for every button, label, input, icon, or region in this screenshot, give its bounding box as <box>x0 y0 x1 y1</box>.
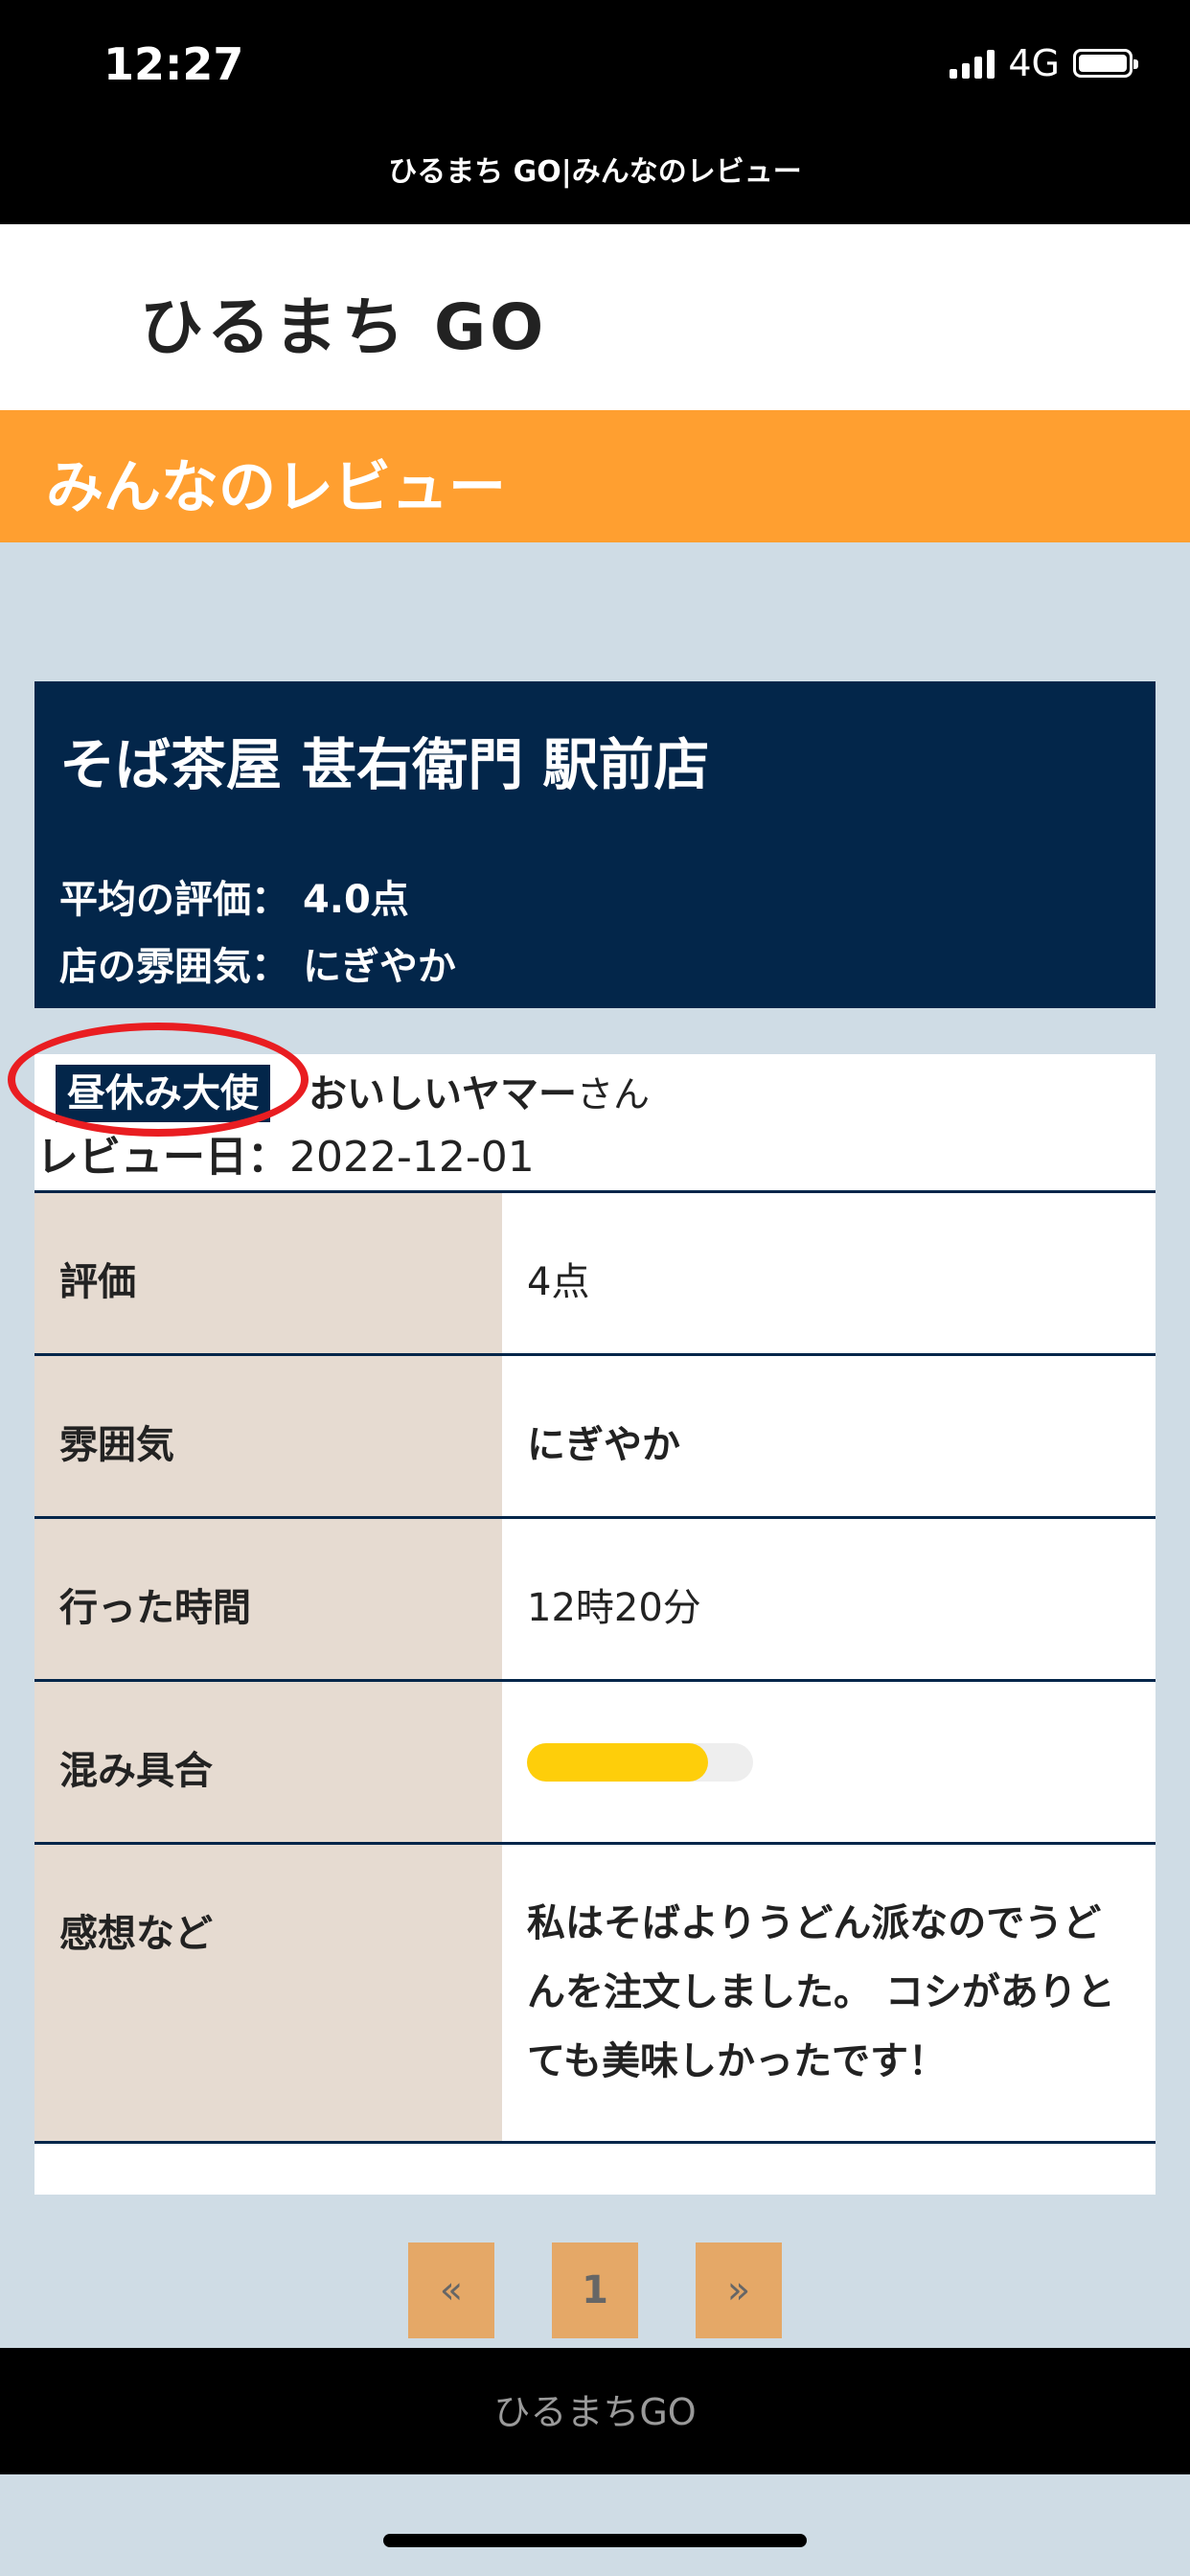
row-value-crowdedness <box>502 1679 1156 1844</box>
table-row: 混み具合 <box>34 1679 1156 1844</box>
site-logo[interactable]: ひるまち GO <box>140 276 547 368</box>
row-value-visit-time: 12時20分 <box>502 1516 1156 1681</box>
review-date-label: レビュー日： <box>36 1133 289 1182</box>
table-row: 感想など 私はそばよりうどん派なのでうどんを注文しました。 コシがありとても美味… <box>34 1842 1156 2144</box>
site-header: ひるまち GO <box>0 224 1190 410</box>
row-label-visit-time: 行った時間 <box>34 1516 502 1681</box>
shop-average-rating: 平均の評価： 4.0点 <box>59 868 409 924</box>
network-type: 4G <box>1008 42 1060 84</box>
row-label-crowdedness: 混み具合 <box>34 1679 502 1844</box>
home-indicator[interactable] <box>383 2534 807 2547</box>
row-label-comment: 感想など <box>34 1842 502 2144</box>
reviewer-suffix: さん <box>577 1073 651 1116</box>
shop-name: そば茶屋 甚右衛門 駅前店 <box>59 732 710 797</box>
status-time: 12:27 <box>103 38 244 90</box>
table-row: 行った時間 12時20分 <box>34 1516 1156 1681</box>
review-table: 評価 4点 雰囲気 にぎやか 行った時間 12時20分 混み具合 感想など 私は… <box>34 1190 1156 2144</box>
shop-atmosphere: 店の雰囲気： にぎやか <box>59 935 456 991</box>
table-row: 雰囲気 にぎやか <box>34 1353 1156 1518</box>
row-label-rating: 評価 <box>34 1190 502 1355</box>
shop-summary-card: そば茶屋 甚右衛門 駅前店 平均の評価： 4.0点 店の雰囲気： にぎやか <box>34 681 1156 1008</box>
highlight-circle <box>8 1023 309 1137</box>
shop-average-value: 4.0点 <box>302 878 409 922</box>
browser-page-title: ひるまち GO|みんなのレビュー <box>388 155 802 189</box>
shop-average-label: 平均の評価： <box>59 878 289 922</box>
shop-atmosphere-label: 店の雰囲気： <box>59 945 289 989</box>
review-comment: 私はそばよりうどん派なのでうどんを注文しました。 コシがありとても美味しかったで… <box>527 1901 1115 2083</box>
page-title: みんなのレビュー <box>46 454 506 521</box>
footer-text: ひるまちGO <box>493 2391 697 2433</box>
row-value-rating: 4点 <box>502 1190 1156 1355</box>
shop-atmosphere-value: にぎやか <box>302 945 456 989</box>
home-indicator-area <box>0 2474 1190 2576</box>
battery-icon <box>1073 49 1138 78</box>
crowdedness-bar-fill <box>527 1743 708 1782</box>
review-date-value: 2022-12-01 <box>289 1133 535 1182</box>
pagination-page-1[interactable]: 1 <box>552 2242 638 2338</box>
pagination-next-button[interactable]: » <box>696 2242 782 2338</box>
status-bar: 12:27 4G ひるまち GO|みんなのレビュー <box>0 0 1190 224</box>
reviewer-name: おいしいヤマーさん <box>309 1068 650 1121</box>
row-label-atmosphere: 雰囲気 <box>34 1353 502 1518</box>
review-card: 昼休み大使 おいしいヤマーさん レビュー日：2022-12-01 評価 4点 雰… <box>8 1023 1156 2195</box>
row-value-atmosphere: にぎやか <box>502 1353 1156 1518</box>
status-icons: 4G <box>950 42 1138 84</box>
table-row: 評価 4点 <box>34 1190 1156 1355</box>
row-value-comment: 私はそばよりうどん派なのでうどんを注文しました。 コシがありとても美味しかったで… <box>502 1842 1156 2144</box>
pagination-prev-button[interactable]: « <box>408 2242 494 2338</box>
signal-icon <box>950 48 995 79</box>
crowdedness-bar <box>527 1743 753 1782</box>
review-date: レビュー日：2022-12-01 <box>36 1131 535 1184</box>
page-banner: みんなのレビュー <box>0 410 1190 542</box>
site-footer: ひるまちGO <box>0 2348 1190 2474</box>
reviewer-name-text: おいしいヤマー <box>309 1072 577 1116</box>
